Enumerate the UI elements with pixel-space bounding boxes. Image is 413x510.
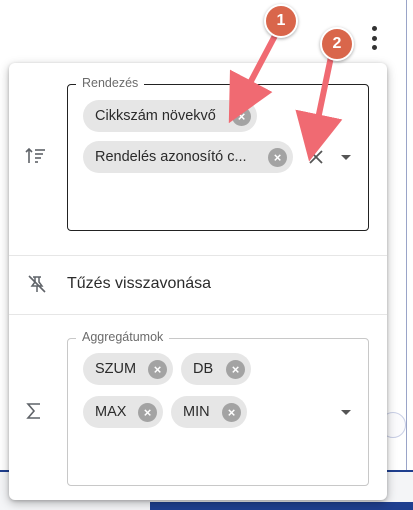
annotation-badge-2: 2	[320, 27, 354, 61]
annotation-badge-1: 1	[264, 4, 298, 38]
arrow-1	[228, 27, 281, 124]
annotation-arrows	[228, 27, 343, 162]
arrow-2	[295, 49, 343, 162]
